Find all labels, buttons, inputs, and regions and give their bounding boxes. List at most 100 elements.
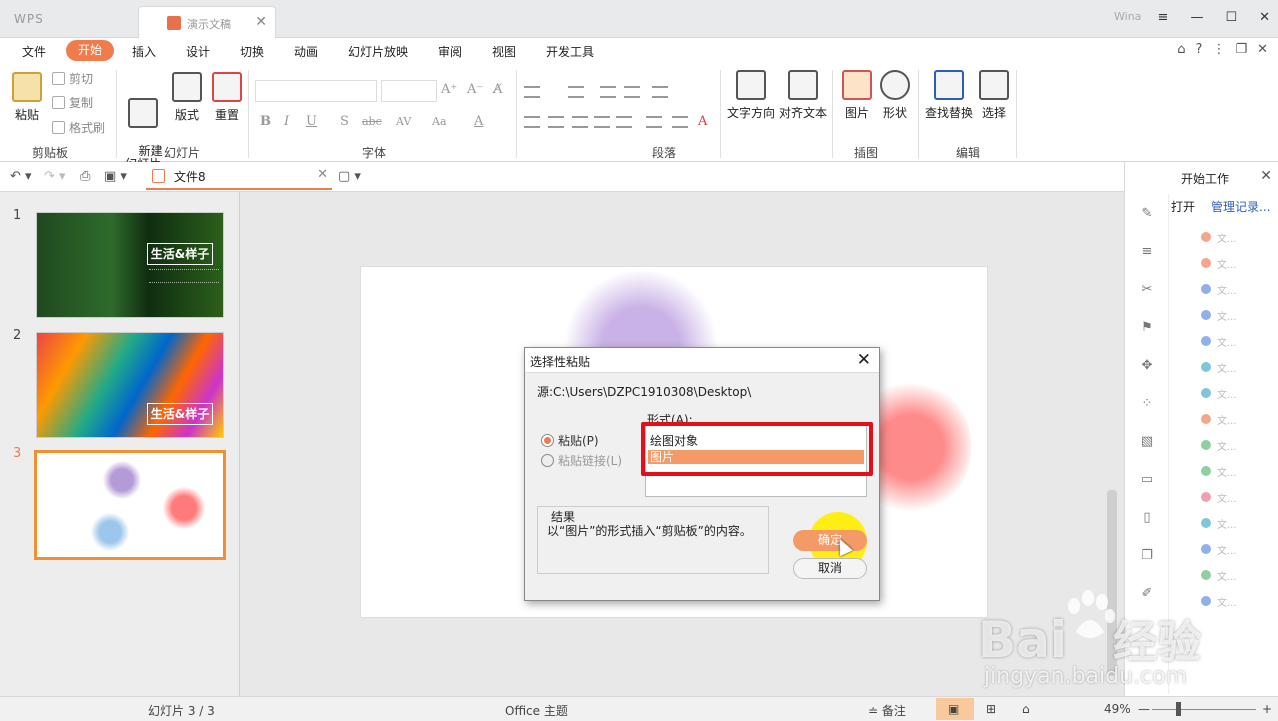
menu-home[interactable]: 开始 bbox=[66, 40, 114, 61]
recent-file[interactable]: 文... bbox=[1201, 282, 1237, 297]
reading-view-icon[interactable]: ⌂ bbox=[1022, 702, 1030, 716]
recent-file[interactable]: 文... bbox=[1201, 594, 1237, 609]
print-preview-icon[interactable]: ⎙ bbox=[80, 169, 90, 184]
manage-records-link[interactable]: 管理记录... bbox=[1211, 198, 1270, 215]
animation-icon[interactable]: ✥ bbox=[1139, 358, 1155, 374]
recent-file[interactable]: 文... bbox=[1201, 230, 1237, 245]
shadow-button[interactable]: S bbox=[340, 114, 349, 129]
format-painter-button[interactable]: 格式刷 bbox=[52, 119, 105, 136]
recent-file[interactable]: 文... bbox=[1201, 464, 1237, 479]
menu-file[interactable]: 文件 bbox=[22, 43, 46, 60]
edit-icon[interactable]: ✐ bbox=[1139, 586, 1155, 602]
help-icon[interactable]: ? bbox=[1196, 42, 1203, 57]
recent-file[interactable]: 文... bbox=[1201, 542, 1237, 557]
image-icon[interactable]: ▧ bbox=[1139, 434, 1155, 450]
distribute-icon[interactable] bbox=[616, 116, 632, 128]
brush-icon[interactable]: ⚑ bbox=[1139, 320, 1155, 336]
notes-button[interactable]: ≐ 备注 bbox=[868, 702, 906, 719]
zoom-slider[interactable] bbox=[1152, 709, 1256, 710]
copy-button[interactable]: 复制 bbox=[52, 94, 93, 111]
find-replace-button[interactable]: 查找替换 bbox=[924, 70, 974, 121]
grid-icon[interactable]: ⁘ bbox=[1139, 396, 1155, 412]
restore-doc-icon[interactable]: ❐ bbox=[1235, 42, 1247, 57]
align-text-button[interactable]: 对齐文本 bbox=[778, 70, 828, 121]
align-right-icon[interactable] bbox=[572, 116, 588, 128]
numbering-icon[interactable] bbox=[568, 86, 584, 98]
font-name-select[interactable] bbox=[255, 80, 377, 102]
save-icon[interactable]: ▣ ▾ bbox=[104, 169, 127, 184]
increase-font-icon[interactable]: A⁺ bbox=[441, 82, 457, 97]
decrease-font-icon[interactable]: A⁻ bbox=[467, 82, 483, 97]
underline-button[interactable]: U bbox=[306, 114, 317, 129]
cancel-button[interactable]: 取消 bbox=[793, 558, 867, 579]
ok-button[interactable]: 确定 bbox=[793, 530, 867, 551]
slide-thumbnail-1[interactable]: 生活&样子 bbox=[36, 212, 224, 318]
cut-button[interactable]: 剪切 bbox=[52, 70, 93, 87]
close-tab-icon[interactable]: ✕ bbox=[255, 14, 267, 30]
close-file-icon[interactable]: ✕ bbox=[317, 167, 328, 182]
dialog-close-icon[interactable]: ✕ bbox=[857, 350, 871, 370]
menu-transition[interactable]: 切换 bbox=[240, 43, 264, 60]
insert-shape-button[interactable]: 形状 bbox=[878, 70, 912, 121]
recent-file[interactable]: 文... bbox=[1201, 412, 1237, 427]
collapse-ribbon-icon[interactable]: ⌂ bbox=[1177, 42, 1185, 57]
menu-insert[interactable]: 插入 bbox=[132, 43, 156, 60]
recent-file[interactable]: 文... bbox=[1201, 308, 1237, 323]
select-button[interactable]: 选择 bbox=[978, 70, 1010, 121]
recent-file[interactable]: 文... bbox=[1201, 490, 1237, 505]
recent-file[interactable]: 文... bbox=[1201, 256, 1237, 271]
zoom-in-button[interactable]: + bbox=[1262, 702, 1272, 716]
text-effects-icon[interactable]: A bbox=[698, 114, 707, 129]
font-size-select[interactable] bbox=[381, 80, 437, 102]
justify-icon[interactable] bbox=[594, 116, 610, 128]
recent-file[interactable]: 文... bbox=[1201, 360, 1237, 375]
text-direction-button[interactable]: 文字方向 bbox=[726, 70, 776, 121]
document-tab[interactable]: 演示文稿 ✕ bbox=[138, 6, 276, 38]
menu-review[interactable]: 审阅 bbox=[438, 43, 462, 60]
comment-icon[interactable]: ▭ bbox=[1139, 472, 1155, 488]
align-left-icon[interactable] bbox=[524, 116, 540, 128]
slide-thumbnail-2[interactable]: 生活&样子 bbox=[36, 332, 224, 438]
close-doc-icon[interactable]: ✕ bbox=[1257, 42, 1268, 57]
paste-link-radio[interactable]: 粘贴链接(L) bbox=[541, 452, 622, 469]
recent-file[interactable]: 文... bbox=[1201, 438, 1237, 453]
menu-icon[interactable]: ≡ bbox=[1158, 10, 1169, 25]
redo-icon[interactable]: ↷ ▾ bbox=[44, 169, 66, 184]
menu-developer[interactable]: 开发工具 bbox=[546, 43, 594, 60]
italic-button[interactable]: I bbox=[284, 114, 289, 129]
tools-icon[interactable]: ✂ bbox=[1139, 282, 1155, 298]
menu-design[interactable]: 设计 bbox=[186, 43, 210, 60]
columns-icon[interactable] bbox=[646, 116, 662, 128]
paste-radio[interactable]: 粘贴(P) bbox=[541, 432, 599, 449]
new-file-icon[interactable]: ▢ ▾ bbox=[338, 169, 361, 184]
reset-button[interactable]: 重置 bbox=[210, 72, 244, 123]
zoom-out-button[interactable]: — bbox=[1138, 702, 1150, 716]
slide-sorter-icon[interactable]: ⊞ bbox=[986, 702, 996, 716]
paste-button[interactable]: 粘贴 bbox=[10, 72, 44, 123]
panel-close-icon[interactable]: ✕ bbox=[1260, 168, 1272, 184]
maximize-icon[interactable]: ☐ bbox=[1225, 10, 1237, 25]
zoom-slider-knob[interactable] bbox=[1176, 702, 1181, 716]
text-box-icon[interactable] bbox=[672, 116, 688, 128]
recent-file[interactable]: 文... bbox=[1201, 386, 1237, 401]
open-link[interactable]: 打开 bbox=[1171, 198, 1195, 215]
minimize-icon[interactable]: — bbox=[1190, 10, 1203, 25]
bullets-icon[interactable] bbox=[524, 86, 540, 98]
menu-slideshow[interactable]: 幻灯片放映 bbox=[348, 43, 408, 60]
menu-animation[interactable]: 动画 bbox=[294, 43, 318, 60]
char-spacing-button[interactable]: AV bbox=[396, 115, 411, 128]
copy-icon[interactable]: ❐ bbox=[1139, 548, 1155, 564]
more-icon[interactable]: ⋮ bbox=[1212, 42, 1225, 57]
close-window-icon[interactable]: ✕ bbox=[1259, 10, 1270, 25]
recent-file[interactable]: 文... bbox=[1201, 334, 1237, 349]
insert-picture-button[interactable]: 图片 bbox=[840, 70, 874, 121]
app-logo[interactable]: WPS bbox=[14, 12, 44, 26]
recent-file[interactable]: 文... bbox=[1201, 568, 1237, 583]
undo-icon[interactable]: ↶ ▾ bbox=[10, 169, 32, 184]
align-center-icon[interactable] bbox=[548, 116, 564, 128]
menu-view[interactable]: 视图 bbox=[492, 43, 516, 60]
change-case-button[interactable]: Aa bbox=[432, 115, 447, 128]
recent-file[interactable]: 文... bbox=[1201, 516, 1237, 531]
increase-indent-icon[interactable] bbox=[624, 86, 640, 98]
sliders-icon[interactable]: ≡ bbox=[1139, 244, 1155, 260]
